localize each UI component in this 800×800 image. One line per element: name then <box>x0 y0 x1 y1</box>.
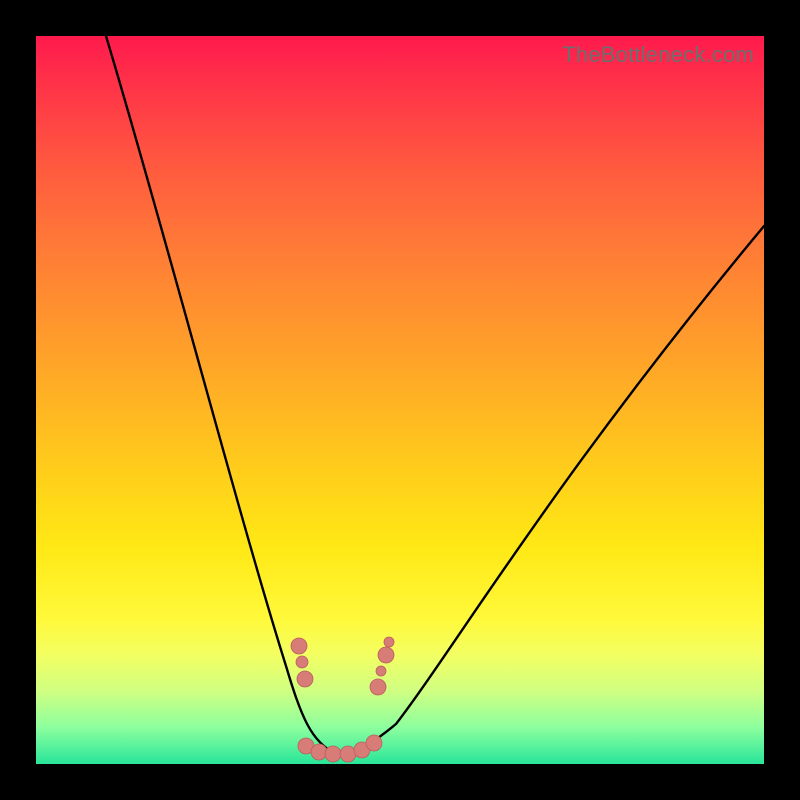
watermark-text: TheBottleneck.com <box>562 42 754 68</box>
bead-cluster-right <box>370 637 394 695</box>
chart-plot-area: TheBottleneck.com <box>36 36 764 764</box>
chart-svg <box>36 36 764 764</box>
bead-cluster-bottom <box>298 735 382 762</box>
bead-cluster-left <box>291 638 313 687</box>
right-curve <box>336 226 764 754</box>
